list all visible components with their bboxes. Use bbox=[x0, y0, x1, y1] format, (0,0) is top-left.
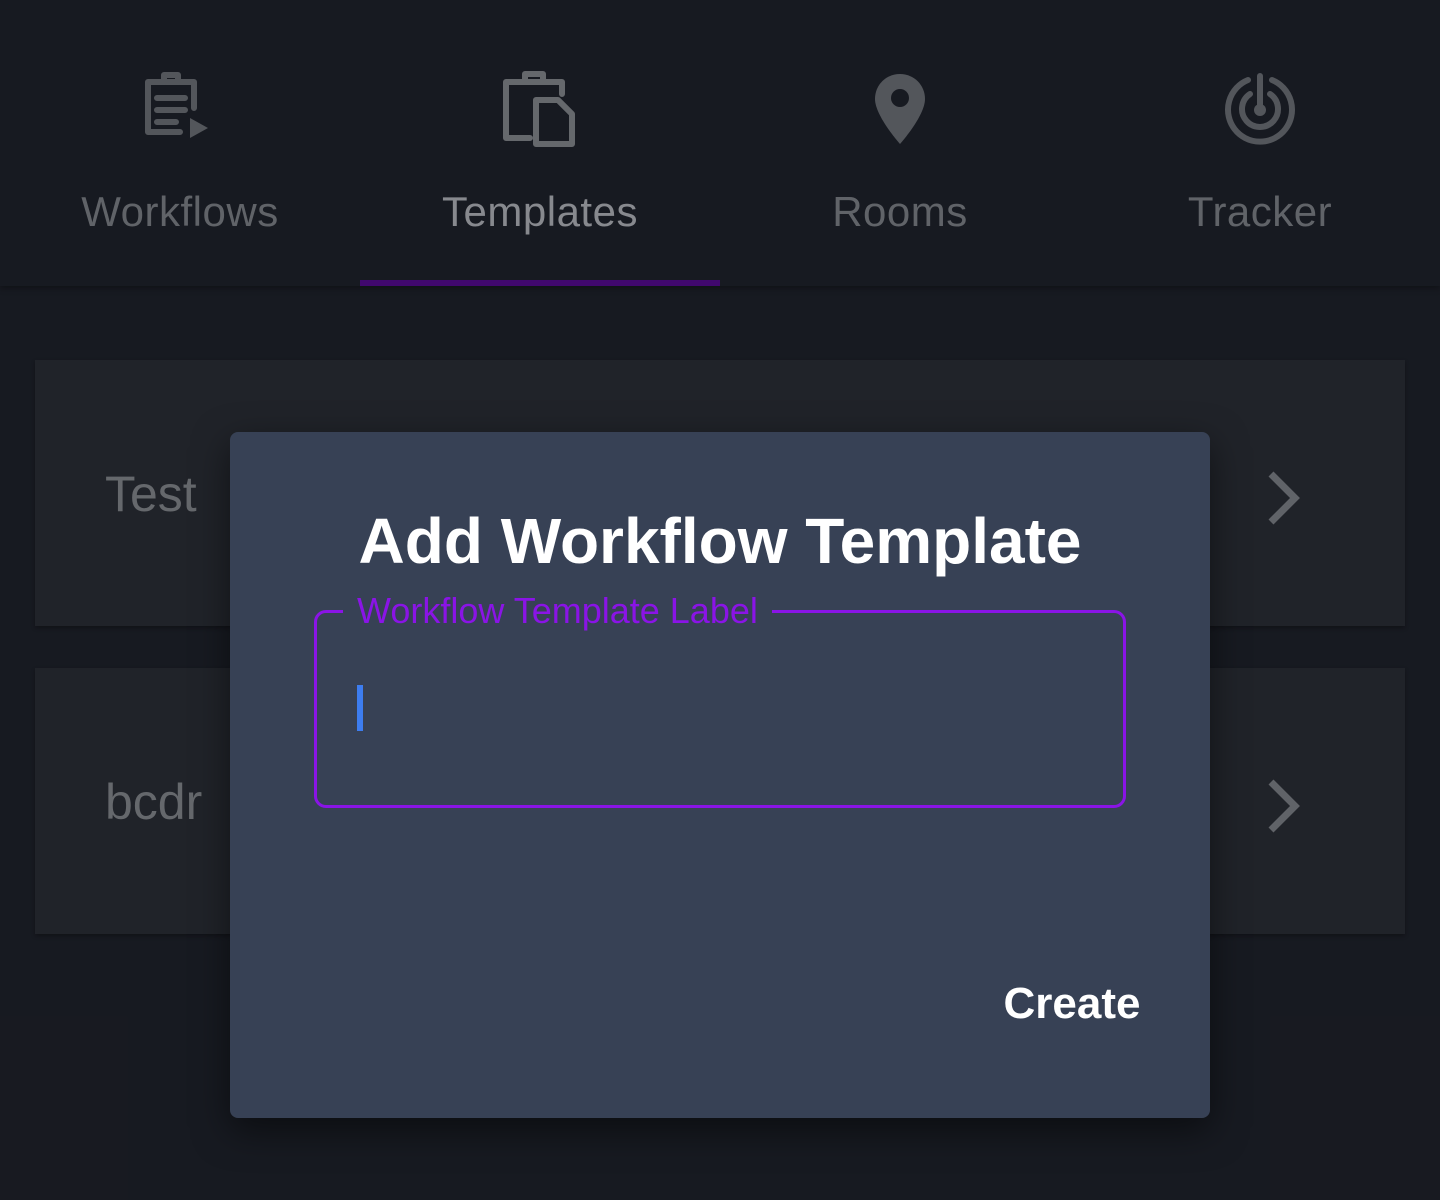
create-button[interactable]: Create bbox=[992, 974, 1152, 1034]
template-label-field: Workflow Template Label bbox=[314, 591, 1126, 808]
add-template-dialog: Add Workflow Template Workflow Template … bbox=[230, 432, 1210, 1118]
template-label-input[interactable] bbox=[357, 673, 1077, 743]
field-label: Workflow Template Label bbox=[343, 591, 772, 631]
text-caret bbox=[357, 685, 363, 731]
dialog-title: Add Workflow Template bbox=[358, 505, 1082, 577]
